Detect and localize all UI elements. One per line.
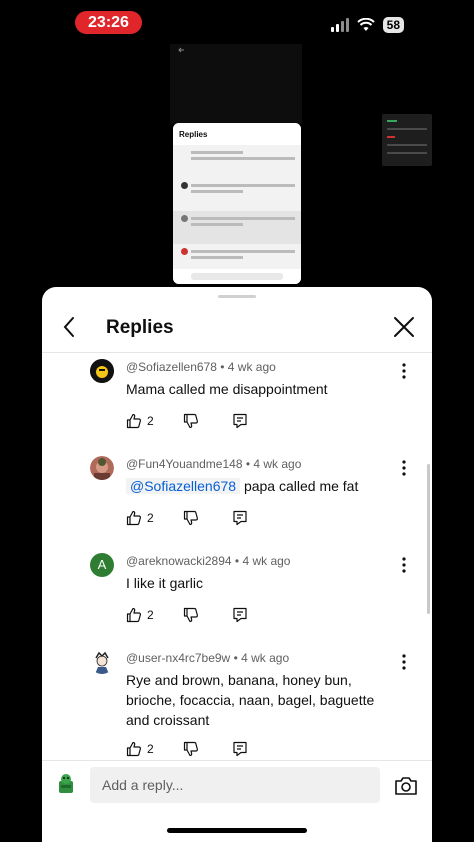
- thumbs-down-icon[interactable]: [183, 510, 199, 526]
- like-button[interactable]: 2: [126, 413, 177, 429]
- comment-author[interactable]: @areknowacki2894: [126, 554, 232, 568]
- replies-sheet: Replies @Sofiazellen678 • 4 wk ago Mama …: [42, 287, 432, 842]
- avatar[interactable]: [90, 650, 114, 674]
- comment-author[interactable]: @user-nx4rc7be9w: [126, 651, 230, 665]
- comment-meta: @user-nx4rc7be9w • 4 wk ago: [126, 651, 290, 665]
- comment-meta: @Fun4Youandme148 • 4 wk ago: [126, 457, 302, 471]
- reply-composer: [42, 760, 432, 810]
- mention-link[interactable]: @Sofiazellen678: [126, 478, 241, 494]
- comment-item: @Sofiazellen678 • 4 wk ago Mama called m…: [42, 354, 432, 451]
- comment-actions: 2: [126, 410, 248, 432]
- like-count: 2: [147, 742, 154, 756]
- reply-icon[interactable]: [232, 741, 248, 757]
- status-time: 23:26: [75, 11, 142, 34]
- back-arrow-icon: [178, 47, 184, 53]
- comment-item: @Fun4Youandme148 • 4 wk ago @Sofiazellen…: [42, 451, 432, 548]
- comment-meta: @Sofiazellen678 • 4 wk ago: [126, 360, 276, 374]
- close-icon[interactable]: [392, 315, 416, 339]
- comment-text: I like it garlic: [126, 575, 204, 591]
- comment-actions: 2: [126, 507, 248, 529]
- wifi-icon: [356, 18, 375, 31]
- back-arrow-icon[interactable]: [58, 315, 82, 339]
- reply-icon[interactable]: [232, 607, 248, 623]
- kebab-menu-icon[interactable]: [396, 362, 412, 380]
- thumbs-up-icon: [126, 510, 141, 526]
- kebab-menu-icon[interactable]: [396, 459, 412, 477]
- comment-text-content: papa called me fat: [243, 478, 359, 494]
- like-count: 2: [147, 608, 154, 622]
- comment-age: 4 wk ago: [227, 360, 276, 374]
- battery-indicator: 58: [382, 17, 404, 33]
- replies-list[interactable]: @Sofiazellen678 • 4 wk ago Mama called m…: [42, 354, 432, 760]
- comments-thumbnail: [382, 114, 432, 166]
- comment-age: 4 wk ago: [253, 457, 302, 471]
- kebab-menu-icon[interactable]: [396, 653, 412, 671]
- reply-icon[interactable]: [232, 413, 248, 429]
- status-icons: 58: [330, 15, 404, 35]
- like-button[interactable]: 2: [126, 607, 177, 623]
- camera-icon[interactable]: [394, 775, 418, 797]
- comment-author[interactable]: @Sofiazellen678: [126, 360, 217, 374]
- background-video-preview: [170, 44, 432, 166]
- sheet-grab-handle[interactable]: [218, 295, 256, 298]
- comment-actions: 2: [126, 738, 248, 760]
- thumbs-up-icon: [126, 741, 141, 757]
- replies-header: Replies: [42, 305, 432, 353]
- comment-item: @user-nx4rc7be9w • 4 wk ago Rye and brow…: [42, 645, 432, 760]
- like-count: 2: [147, 414, 154, 428]
- my-avatar[interactable]: [56, 773, 76, 795]
- home-indicator[interactable]: [167, 828, 307, 833]
- kebab-menu-icon[interactable]: [396, 556, 412, 574]
- comment-text: @Sofiazellen678 papa called me fat: [126, 476, 396, 496]
- like-count: 2: [147, 511, 154, 525]
- status-bar: 23:26 58: [0, 0, 474, 44]
- thumbs-down-icon[interactable]: [183, 741, 199, 757]
- page-title: Replies: [106, 317, 174, 338]
- comment-text: Mama called me disappointment: [126, 381, 328, 397]
- avatar[interactable]: [90, 359, 114, 383]
- comment-author[interactable]: @Fun4Youandme148: [126, 457, 243, 471]
- like-button[interactable]: 2: [126, 741, 177, 757]
- replies-thumbnail: Replies: [173, 123, 301, 284]
- scrollbar[interactable]: [427, 464, 430, 614]
- thumbs-up-icon: [126, 413, 141, 429]
- comment-actions: 2: [126, 604, 248, 626]
- thumbs-up-icon: [126, 607, 141, 623]
- comment-item: A @areknowacki2894 • 4 wk ago I like it …: [42, 548, 432, 645]
- comment-meta: @areknowacki2894 • 4 wk ago: [126, 554, 291, 568]
- signal-icon: [330, 18, 349, 32]
- avatar[interactable]: [90, 456, 114, 480]
- reply-icon[interactable]: [232, 510, 248, 526]
- avatar-letter: A: [97, 557, 107, 572]
- avatar[interactable]: A: [90, 553, 114, 577]
- like-button[interactable]: 2: [126, 510, 177, 526]
- comment-age: 4 wk ago: [242, 554, 291, 568]
- thumbs-down-icon[interactable]: [183, 413, 199, 429]
- reply-input[interactable]: [90, 767, 380, 803]
- thumbs-down-icon[interactable]: [183, 607, 199, 623]
- comment-text: Rye and brown, banana, honey bun, brioch…: [126, 672, 375, 728]
- comment-age: 4 wk ago: [241, 651, 290, 665]
